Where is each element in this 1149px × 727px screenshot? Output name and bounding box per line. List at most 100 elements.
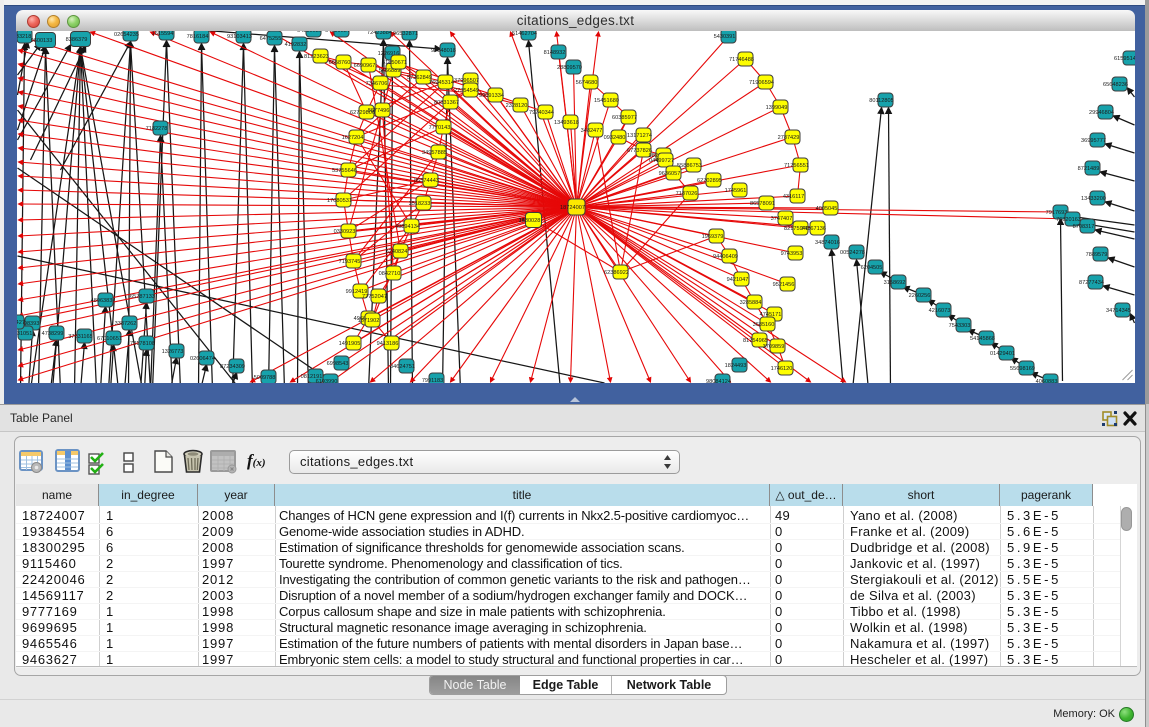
svg-text:99091334: 99091334: [479, 93, 504, 99]
svg-text:34624751: 34624751: [390, 364, 415, 370]
svg-text:77752047: 77752047: [362, 294, 387, 300]
svg-text:94406409: 94406409: [713, 254, 738, 260]
svg-text:8677496: 8677496: [367, 108, 389, 114]
svg-text:3518233: 3518233: [408, 201, 430, 207]
svg-text:3158692: 3158692: [883, 280, 905, 286]
svg-text:51850671: 51850671: [382, 60, 407, 66]
svg-text:6193990: 6193990: [315, 379, 337, 383]
svg-text:9636057: 9636057: [658, 171, 680, 177]
svg-text:98084124: 98084124: [706, 379, 731, 383]
svg-text:60385977: 60385977: [612, 115, 637, 121]
svg-text:5674680: 5674680: [575, 80, 597, 86]
svg-text:73178108: 73178108: [130, 341, 155, 347]
svg-text:65648236: 65648236: [1103, 82, 1128, 88]
svg-text:80831367: 80831367: [434, 100, 459, 106]
svg-text:64139537: 64139537: [325, 31, 350, 34]
svg-text:61595148: 61595148: [1114, 56, 1135, 62]
svg-text:5009788: 5009788: [253, 375, 275, 381]
svg-text:79740344: 79740344: [529, 110, 554, 116]
svg-text:2787429: 2787429: [777, 135, 799, 141]
svg-text:3285884: 3285884: [739, 300, 761, 306]
svg-text:17080531: 17080531: [327, 198, 352, 204]
svg-text:9413186: 9413186: [376, 341, 398, 347]
svg-text:7816184: 7816184: [186, 34, 208, 40]
svg-text:3387262: 3387262: [114, 321, 136, 327]
svg-text:85574443: 85574443: [414, 178, 439, 184]
svg-text:13171274: 13171274: [627, 133, 652, 139]
svg-text:67010651: 67010651: [97, 336, 122, 342]
svg-text:4192832: 4192832: [284, 42, 306, 48]
svg-text:97848018: 97848018: [431, 48, 456, 54]
svg-text:18724007: 18724007: [560, 205, 585, 211]
svg-text:8386379: 8386379: [65, 37, 87, 43]
svg-text:76320163: 76320163: [1056, 217, 1081, 223]
svg-text:49894134: 49894134: [395, 224, 420, 230]
svg-text:6658760: 6658760: [328, 60, 350, 66]
svg-text:1530028: 1530028: [518, 218, 540, 224]
svg-text:1031051: 1031051: [17, 331, 32, 337]
svg-text:6475255: 6475255: [259, 36, 281, 42]
svg-text:72423884: 72423884: [367, 31, 392, 36]
svg-text:7187026: 7187026: [675, 191, 697, 197]
svg-text:0842710: 0842710: [378, 271, 400, 277]
svg-text:76945314: 76945314: [429, 80, 454, 86]
svg-text:36995777: 36995777: [1081, 138, 1106, 144]
svg-text:25135427: 25135427: [17, 320, 25, 326]
svg-text:62702895: 62702895: [697, 178, 722, 184]
svg-text:81223623: 81223623: [304, 54, 329, 60]
svg-text:37631165: 37631165: [68, 334, 92, 340]
svg-text:1969379: 1969379: [701, 234, 723, 240]
svg-text:1671902: 1671902: [357, 318, 379, 324]
svg-text:9421047: 9421047: [726, 277, 748, 283]
svg-text:71756551: 71756551: [784, 163, 809, 169]
svg-text:7543303: 7543303: [948, 323, 970, 329]
svg-text:6204505: 6204505: [860, 265, 882, 271]
svg-text:7770143: 7770143: [428, 125, 450, 131]
svg-text:9743953: 9743953: [780, 251, 802, 257]
svg-text:7346706: 7346706: [365, 81, 387, 87]
svg-text:4005045: 4005045: [815, 206, 837, 212]
svg-text:2328120: 2328120: [505, 103, 527, 109]
svg-text:7182278: 7182278: [145, 126, 167, 132]
svg-text:01429401: 01429401: [990, 351, 1015, 357]
svg-text:6998543: 6998543: [326, 361, 348, 367]
svg-text:13433200: 13433200: [1081, 196, 1106, 202]
svg-text:1746120: 1746120: [770, 366, 792, 372]
svg-text:87234309: 87234309: [220, 364, 245, 370]
svg-text:00524278: 00524278: [840, 250, 865, 256]
svg-text:54145868: 54145868: [970, 336, 995, 342]
svg-text:71746488: 71746488: [729, 57, 754, 63]
svg-text:96532871: 96532871: [393, 31, 418, 37]
svg-text:8708317: 8708317: [1072, 224, 1094, 230]
svg-text:02606474: 02606474: [190, 356, 215, 362]
svg-text:62386922: 62386922: [604, 270, 629, 276]
svg-text:7991183: 7991183: [421, 378, 442, 383]
svg-text:28809570: 28809570: [557, 65, 582, 71]
svg-text:2260256: 2260256: [908, 293, 930, 299]
svg-text:7889579: 7889579: [1085, 252, 1107, 258]
svg-text:4316117: 4316117: [782, 194, 803, 200]
svg-text:0932480: 0932480: [603, 135, 625, 141]
svg-text:1627204: 1627204: [341, 135, 363, 141]
svg-text:80112805: 80112805: [869, 98, 893, 104]
svg-text:1745961: 1745961: [724, 188, 746, 194]
svg-text:1615594: 1615594: [151, 31, 173, 37]
svg-text:29946804: 29946804: [1089, 110, 1114, 116]
svg-text:4896383: 4896383: [90, 298, 112, 304]
svg-text:4060883: 4060883: [1035, 379, 1057, 383]
svg-text:74367136: 74367136: [801, 226, 826, 232]
svg-text:0330923: 0330923: [333, 229, 355, 235]
svg-text:5240824: 5240824: [385, 249, 407, 255]
svg-text:13493618: 13493618: [554, 120, 579, 126]
svg-text:8721489: 8721489: [1077, 166, 1099, 172]
svg-text:93103413: 93103413: [227, 34, 252, 40]
svg-text:04499727: 04499727: [649, 158, 674, 164]
svg-text:3709859: 3709859: [762, 344, 784, 350]
svg-text:64835030: 64835030: [297, 31, 322, 34]
svg-text:1399049: 1399049: [765, 105, 787, 111]
svg-text:1491905: 1491905: [338, 341, 360, 347]
svg-text:1326773: 1326773: [161, 349, 183, 355]
svg-text:86578091: 86578091: [750, 201, 775, 207]
svg-text:34874016: 34874016: [815, 240, 840, 246]
svg-text:87277434: 87277434: [1079, 280, 1104, 286]
